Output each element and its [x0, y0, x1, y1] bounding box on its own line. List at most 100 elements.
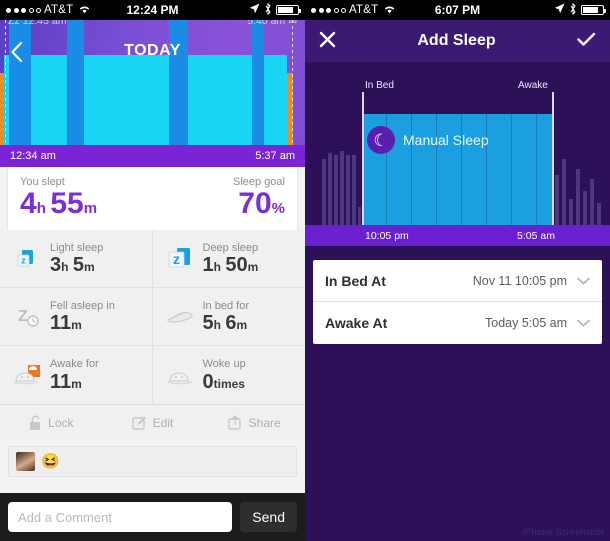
comment-bar: Send [0, 493, 305, 541]
slept-hours: 4 [20, 187, 37, 220]
left-screen-sleep-detail: AT&T 12:24 PM Zz 12:45 am 5:40 am ✉ TODA… [0, 0, 305, 541]
left-status-bar: AT&T 12:24 PM [0, 0, 305, 20]
send-button[interactable]: Send [240, 502, 297, 532]
stat-u1: h [213, 260, 221, 275]
add-sleep-navbar: Add Sleep [305, 20, 610, 62]
ghost-bar [583, 191, 587, 225]
graph-end-dashline [292, 20, 293, 145]
stat-deep-sleep[interactable]: z Deep sleep 1h 50m [152, 230, 305, 288]
ghost-bar [328, 153, 332, 225]
graph-left-time: Zz 12:45 am [8, 20, 66, 30]
stat-value: 1h 50m [203, 255, 259, 275]
stat-value: 11m [50, 313, 115, 333]
wifi-icon [383, 4, 396, 17]
stat-value: 3h 5m [50, 255, 103, 275]
stat-label: Deep sleep [202, 241, 259, 254]
back-button[interactable] [10, 41, 23, 66]
sleep-goal-block: Sleep goal 70% [233, 176, 285, 219]
status-left: AT&T [311, 4, 396, 17]
sleep-bar-light [188, 55, 252, 145]
watermark: iPhone Screenshot [522, 527, 604, 537]
status-right [249, 2, 301, 18]
confirm-button[interactable] [577, 32, 596, 50]
slept-minutes: 55 [50, 187, 84, 220]
location-arrow-icon [554, 3, 565, 17]
stat-v1: 11 [50, 312, 72, 335]
stat-text: Woke up 0times [203, 358, 246, 391]
stat-text: Fell asleep in 11m [50, 300, 115, 333]
awake-marker-line[interactable] [552, 92, 554, 225]
stat-label: Awake for [50, 358, 99, 371]
edit-label: Edit [152, 415, 174, 430]
awake-sunrise-icon [12, 361, 42, 389]
ghost-bar [340, 151, 344, 225]
stat-label: In bed for [202, 299, 249, 312]
ghost-bar [352, 155, 356, 225]
row-label: Awake At [325, 315, 388, 331]
ghost-bar [334, 155, 338, 225]
you-slept-block: You slept 4h 55m [20, 176, 97, 219]
graph-edge-labels: Zz 12:45 am 5:40 am ✉ [0, 20, 305, 30]
stat-fell-asleep-in[interactable]: Z Fell asleep in 11m [0, 288, 153, 346]
lock-button[interactable]: Lock [0, 415, 102, 431]
stat-value: 0times [203, 372, 246, 392]
sleep-end-time: 5:37 am [255, 150, 295, 162]
sleep-graph[interactable]: Zz 12:45 am 5:40 am ✉ TODAY [0, 20, 305, 145]
ghost-bar [555, 175, 559, 225]
ghost-bar [358, 207, 361, 225]
svg-text:z: z [173, 251, 180, 267]
manual-sleep-label: Manual Sleep [403, 132, 489, 148]
in-bed-marker-label: In Bed [365, 80, 394, 91]
sleep-start-time: 12:34 am [10, 150, 56, 162]
lock-label: Lock [48, 415, 74, 430]
fell-asleep-clock-icon: Z [12, 303, 42, 331]
right-status-bar: AT&T 6:07 PM [305, 0, 610, 20]
sleep-summary: You slept 4h 55m Sleep goal 70% [8, 167, 297, 230]
stat-u1: h [61, 260, 69, 275]
close-button[interactable] [319, 31, 336, 51]
ghost-bar [576, 169, 580, 225]
stat-v1: 5 [202, 312, 214, 335]
chevron-down-icon[interactable] [577, 274, 590, 288]
edit-button[interactable]: Edit [102, 415, 204, 431]
status-right [554, 2, 606, 18]
share-button[interactable]: Share [203, 414, 305, 431]
stat-awake-for[interactable]: Awake for 11m [0, 346, 153, 404]
row-awake-at[interactable]: Awake At Today 5:05 am [313, 302, 602, 344]
sleep-actions-bar: Lock Edit Share [0, 404, 305, 440]
stat-v2: 6 [225, 312, 237, 335]
edit-pencil-icon [131, 416, 146, 430]
add-sleep-graph[interactable]: In Bed Awake ☾ Manual Sleep [305, 80, 610, 225]
comment-feed: 😆 [0, 440, 305, 477]
share-icon [227, 414, 241, 430]
stat-in-bed-for[interactable]: In bed for 5h 6m [152, 288, 305, 346]
carrier-label: AT&T [44, 4, 74, 16]
stat-text: Light sleep 3h 5m [50, 242, 103, 275]
sleep-bar-deep [252, 20, 264, 145]
graph-right-time: 5:40 am ✉ [247, 20, 297, 30]
list-item[interactable]: 😆 [8, 446, 297, 477]
add-sleep-fields: In Bed At Nov 11 10:05 pm Awake At Today… [313, 260, 602, 344]
stat-v1: 1 [202, 254, 214, 277]
row-value: Nov 11 10:05 pm [472, 273, 567, 288]
slept-hours-unit: h [36, 200, 46, 217]
comment-input[interactable] [8, 502, 233, 532]
stat-u1: m [71, 318, 82, 333]
in-bed-marker-line[interactable] [362, 92, 364, 225]
ghost-bar [569, 199, 573, 225]
chevron-down-icon[interactable] [577, 316, 590, 330]
stat-woke-up[interactable]: Woke up 0times [153, 346, 306, 404]
signal-strength-icon [6, 7, 41, 13]
zz-icon: Zz [8, 20, 20, 27]
ghost-bar [597, 203, 601, 225]
battery-icon [581, 5, 606, 15]
add-end-time: 5:05 am [517, 229, 555, 242]
close-x-icon [319, 31, 336, 48]
graph-start-dashline [5, 20, 6, 145]
lock-icon [30, 415, 41, 430]
stat-light-sleep[interactable]: z Light sleep 3h 5m [0, 230, 153, 288]
row-in-bed-at[interactable]: In Bed At Nov 11 10:05 pm [313, 260, 602, 302]
ghost-bar [322, 159, 326, 225]
stat-v2: 50 [225, 254, 248, 277]
stat-u2: m [84, 260, 95, 275]
